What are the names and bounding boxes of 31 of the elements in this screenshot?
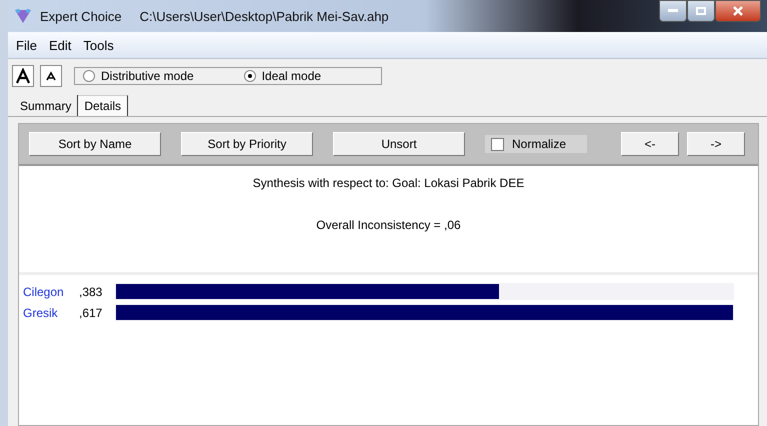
sort-button[interactable]: Sort by Priority — [181, 132, 313, 156]
normalize-checkbox[interactable]: Normalize — [485, 135, 587, 153]
minimize-icon — [668, 9, 678, 13]
minimize-button[interactable] — [659, 0, 687, 22]
alternative-name: Gresik — [23, 306, 59, 320]
inconsistency-text: Overall Inconsistency = ,06 — [316, 218, 461, 232]
menu-item[interactable]: Edit — [48, 38, 72, 52]
mode-radio[interactable]: Ideal mode — [244, 69, 322, 83]
font-large-icon — [15, 68, 31, 84]
priority-value: ,383 — [79, 284, 104, 298]
sort-button[interactable]: Sort by Name — [29, 132, 161, 156]
nav-button[interactable]: <- — [621, 132, 679, 156]
priority-value: ,617 — [79, 306, 104, 320]
synthesis-text: Synthesis with respect to: Goal: Lokasi Pabrik DEE — [252, 176, 524, 190]
close-icon — [733, 6, 743, 16]
menu-item[interactable]: File — [16, 38, 37, 52]
nav-button[interactable]: -> — [687, 132, 745, 156]
increase-font-button[interactable] — [12, 65, 34, 87]
tab[interactable]: Details — [78, 95, 128, 116]
close-button[interactable] — [715, 0, 761, 22]
mode-radio[interactable]: Distributive mode — [83, 69, 194, 83]
menu-item[interactable]: Tools — [83, 38, 114, 52]
alternative-name: Cilegon — [23, 284, 65, 298]
app-logo-icon — [14, 8, 32, 24]
sort-button[interactable]: Unsort — [333, 132, 465, 156]
file-path: C:\Users\User\Desktop\Pabrik Mei-Sav.ahp — [140, 8, 389, 24]
decrease-font-button[interactable] — [40, 65, 62, 87]
font-small-icon — [46, 71, 56, 81]
window-title: Expert Choice — [40, 8, 122, 24]
maximize-icon — [696, 7, 706, 15]
maximize-button[interactable] — [687, 0, 715, 22]
